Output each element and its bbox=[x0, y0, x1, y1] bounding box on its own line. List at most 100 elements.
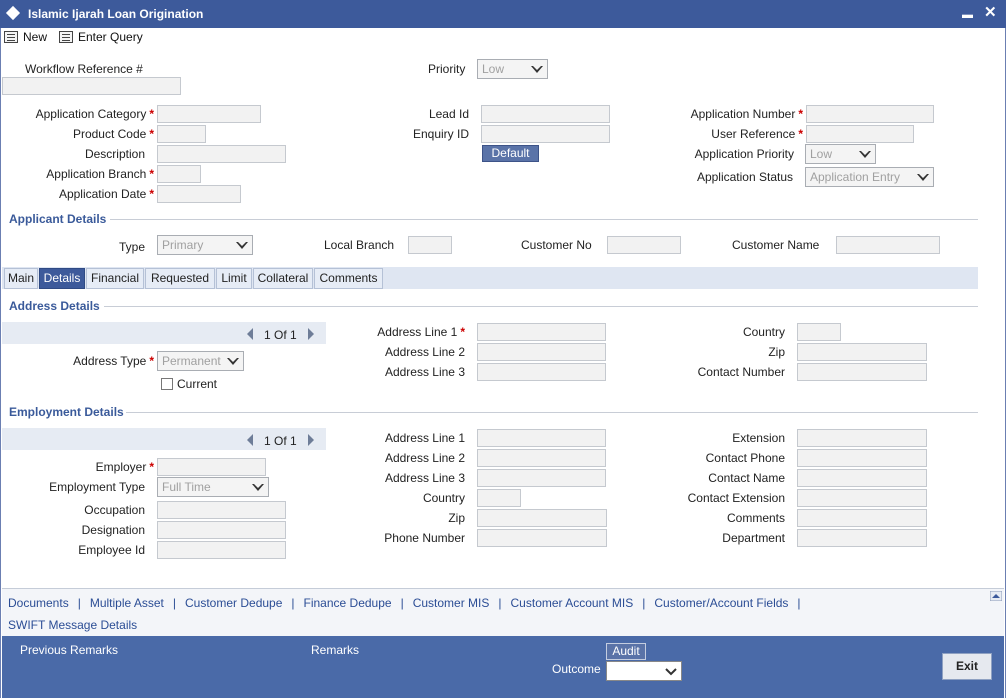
customer-no-label: Customer No bbox=[521, 238, 592, 252]
tab-details[interactable]: Details bbox=[39, 268, 85, 289]
extension-input[interactable] bbox=[797, 429, 927, 447]
employee-id-input[interactable] bbox=[157, 541, 286, 559]
link-customer-mis[interactable]: Customer MIS bbox=[413, 596, 490, 610]
contact-name-input[interactable] bbox=[797, 469, 927, 487]
previous-record-icon[interactable] bbox=[247, 328, 253, 340]
emp-address-line2-label: Address Line 2 bbox=[384, 451, 465, 465]
close-icon[interactable]: ✕ bbox=[984, 4, 997, 22]
customer-name-input[interactable] bbox=[836, 236, 940, 254]
country-input[interactable] bbox=[797, 323, 841, 341]
tab-comments[interactable]: Comments bbox=[314, 268, 383, 289]
contact-phone-input[interactable] bbox=[797, 449, 927, 467]
address-type-select[interactable]: Permanent bbox=[157, 351, 244, 371]
employer-input[interactable] bbox=[157, 458, 266, 476]
tab-main[interactable]: Main bbox=[4, 268, 38, 289]
contact-number-input[interactable] bbox=[797, 363, 927, 381]
audit-button[interactable]: Audit bbox=[606, 643, 646, 660]
application-priority-select[interactable]: Low bbox=[805, 144, 876, 164]
type-value: Primary bbox=[162, 238, 204, 252]
previous-record-icon[interactable] bbox=[247, 434, 253, 446]
chevron-down-icon bbox=[917, 174, 929, 181]
workflow-ref-input[interactable] bbox=[2, 77, 181, 95]
link-documents[interactable]: Documents bbox=[8, 596, 69, 610]
tab-collateral[interactable]: Collateral bbox=[253, 268, 313, 289]
address-type-label: Address Type * bbox=[73, 354, 154, 368]
tab-financial[interactable]: Financial bbox=[86, 268, 144, 289]
employment-type-select[interactable]: Full Time bbox=[157, 477, 269, 497]
application-status-select[interactable]: Application Entry bbox=[805, 167, 934, 187]
link-multiple-asset[interactable]: Multiple Asset bbox=[90, 596, 164, 610]
enquiry-id-input[interactable] bbox=[481, 125, 610, 143]
product-code-input[interactable] bbox=[157, 125, 206, 143]
address-line1-input[interactable] bbox=[477, 323, 606, 341]
description-label: Description bbox=[84, 147, 145, 161]
divider bbox=[110, 219, 978, 220]
next-record-icon[interactable] bbox=[308, 434, 314, 446]
employment-type-label: Employment Type bbox=[49, 480, 145, 494]
link-customer-account-fields[interactable]: Customer/Account Fields bbox=[654, 596, 788, 610]
emp-address-line1-input[interactable] bbox=[477, 429, 606, 447]
customer-no-input[interactable] bbox=[607, 236, 681, 254]
minimize-icon[interactable]: ▬ bbox=[962, 6, 973, 24]
next-record-icon[interactable] bbox=[308, 328, 314, 340]
extension-label: Extension bbox=[732, 431, 785, 445]
phone-number-input[interactable] bbox=[477, 529, 607, 547]
priority-select[interactable]: Low bbox=[477, 59, 548, 79]
links-row: Documents | Multiple Asset | Customer De… bbox=[8, 596, 801, 610]
application-branch-input[interactable] bbox=[157, 165, 201, 183]
address-line3-input[interactable] bbox=[477, 363, 606, 381]
local-branch-label: Local Branch bbox=[324, 238, 395, 252]
exit-button[interactable]: Exit bbox=[942, 653, 992, 680]
new-button[interactable]: New bbox=[4, 28, 47, 46]
application-category-label: Application Category * bbox=[35, 107, 154, 121]
enter-query-button[interactable]: Enter Query bbox=[59, 28, 143, 46]
scroll-up-icon[interactable] bbox=[990, 591, 1002, 601]
contact-phone-label: Contact Phone bbox=[705, 451, 785, 465]
contact-extension-label: Contact Extension bbox=[687, 491, 785, 505]
zip-input[interactable] bbox=[797, 343, 927, 361]
application-category-input[interactable] bbox=[157, 105, 261, 123]
tab-requested[interactable]: Requested bbox=[145, 268, 215, 289]
product-code-label: Product Code * bbox=[72, 127, 154, 141]
priority-label: Priority bbox=[428, 62, 466, 76]
title-bar: Islamic Ijarah Loan Origination ▬ ✕ bbox=[0, 0, 1006, 28]
local-branch-input[interactable] bbox=[408, 236, 452, 254]
divider bbox=[126, 412, 978, 413]
employer-label: Employer * bbox=[95, 460, 154, 474]
emp-address-line3-input[interactable] bbox=[477, 469, 606, 487]
outcome-select[interactable] bbox=[606, 661, 682, 681]
link-customer-account-mis[interactable]: Customer Account MIS bbox=[511, 596, 634, 610]
app-diamond-icon bbox=[5, 5, 21, 21]
address-line2-input[interactable] bbox=[477, 343, 606, 361]
link-customer-dedupe[interactable]: Customer Dedupe bbox=[185, 596, 282, 610]
department-input[interactable] bbox=[797, 529, 927, 547]
type-select[interactable]: Primary bbox=[157, 235, 253, 255]
footer-bar bbox=[2, 636, 1004, 698]
link-finance-dedupe[interactable]: Finance Dedupe bbox=[304, 596, 392, 610]
zip-label: Zip bbox=[768, 345, 785, 359]
application-number-input[interactable] bbox=[806, 105, 934, 123]
emp-zip-input[interactable] bbox=[477, 509, 607, 527]
emp-country-input[interactable] bbox=[477, 489, 521, 507]
tab-limit[interactable]: Limit bbox=[216, 268, 252, 289]
link-separator: | bbox=[797, 596, 801, 610]
designation-input[interactable] bbox=[157, 521, 286, 539]
contact-number-label: Contact Number bbox=[697, 365, 785, 379]
window-title: Islamic Ijarah Loan Origination bbox=[28, 7, 204, 21]
contact-extension-input[interactable] bbox=[797, 489, 927, 507]
link-swift-message-details[interactable]: SWIFT Message Details bbox=[8, 618, 137, 632]
emp-address-line2-input[interactable] bbox=[477, 449, 606, 467]
country-label: Country bbox=[742, 325, 785, 339]
user-reference-input[interactable] bbox=[806, 125, 914, 143]
description-input[interactable] bbox=[157, 145, 286, 163]
comments-input[interactable] bbox=[797, 509, 927, 527]
application-date-input[interactable] bbox=[157, 185, 241, 203]
current-checkbox[interactable] bbox=[161, 378, 173, 390]
query-icon bbox=[59, 31, 73, 43]
emp-address-line3-label: Address Line 3 bbox=[384, 471, 465, 485]
link-separator: | bbox=[498, 596, 502, 610]
occupation-input[interactable] bbox=[157, 501, 286, 519]
default-button[interactable]: Default bbox=[482, 145, 539, 162]
current-label: Current bbox=[177, 377, 218, 391]
lead-id-input[interactable] bbox=[481, 105, 610, 123]
